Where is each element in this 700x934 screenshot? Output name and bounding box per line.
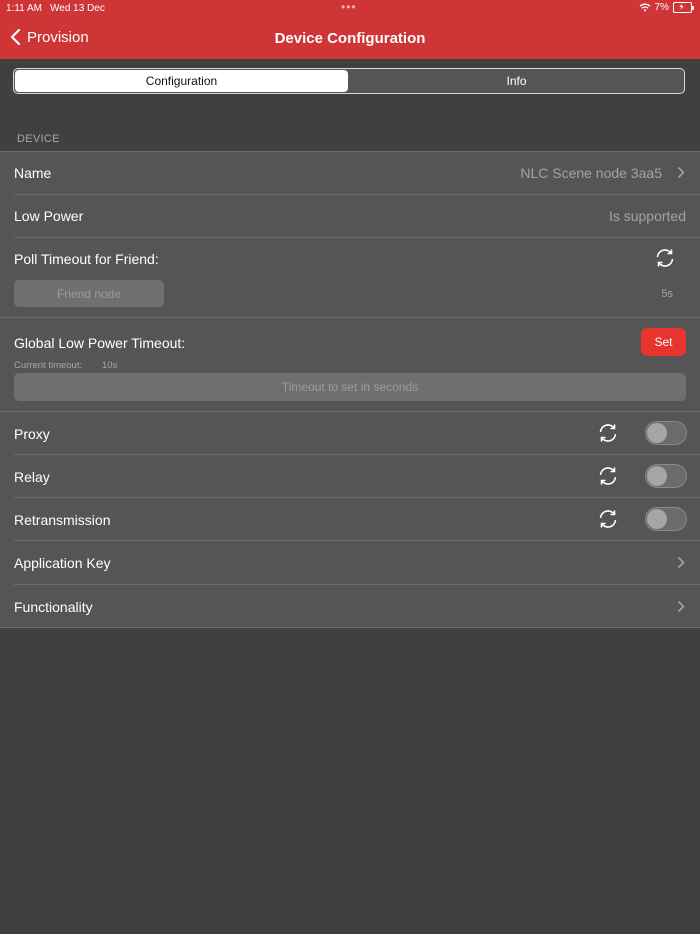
current-timeout-label: Current timeout: (14, 360, 83, 371)
functionality-row[interactable]: Functionality (0, 585, 700, 628)
status-indicators: 7% (639, 2, 694, 13)
tab-info[interactable]: Info (349, 70, 684, 92)
friend-node-button[interactable]: Friend node (14, 280, 164, 307)
battery-percent: 7% (654, 2, 669, 13)
proxy-toggle[interactable] (645, 421, 687, 445)
refresh-icon[interactable] (654, 247, 676, 269)
relay-label: Relay (14, 469, 50, 485)
refresh-icon[interactable] (597, 508, 619, 530)
proxy-label: Proxy (14, 426, 50, 442)
status-date: Wed 13 Dec (50, 3, 105, 14)
name-row[interactable]: Name NLC Scene node 3aa5 (0, 151, 700, 194)
tab-configuration[interactable]: Configuration (15, 70, 348, 92)
status-bar: 1:11 AM Wed 13 Dec ••• 7% (0, 0, 700, 18)
relay-toggle[interactable] (645, 464, 687, 488)
chevron-right-icon (677, 600, 685, 613)
retransmission-toggle[interactable] (645, 507, 687, 531)
application-key-row[interactable]: Application Key (0, 541, 700, 584)
current-timeout-value: 10s (102, 360, 118, 371)
segmented-control: Configuration Info (13, 68, 685, 94)
set-timeout-button[interactable]: Set (641, 328, 686, 356)
multitasking-dots-icon[interactable]: ••• (341, 0, 357, 14)
name-value: NLC Scene node 3aa5 (520, 165, 662, 181)
low-power-value: Is supported (608, 208, 686, 224)
application-key-label: Application Key (14, 555, 111, 571)
chevron-right-icon (677, 556, 685, 569)
navigation-header: 1:11 AM Wed 13 Dec ••• 7% Provision Devi… (0, 0, 700, 59)
timeout-input[interactable]: Timeout to set in seconds (14, 373, 686, 401)
page-title: Device Configuration (274, 30, 426, 47)
chevron-right-icon (677, 166, 685, 179)
retransmission-label: Retransmission (14, 512, 111, 528)
refresh-icon[interactable] (597, 465, 619, 487)
poll-timeout-value: 5s (661, 288, 673, 300)
device-settings-table: Name NLC Scene node 3aa5 Low Power Is su… (0, 151, 700, 628)
battery-icon (673, 2, 694, 13)
section-header-device: DEVICE (17, 133, 60, 145)
refresh-icon[interactable] (597, 422, 619, 444)
functionality-label: Functionality (14, 599, 93, 615)
status-time: 1:11 AM (6, 3, 42, 14)
wifi-icon (639, 3, 651, 12)
global-timeout-label: Global Low Power Timeout: (14, 335, 186, 351)
poll-timeout-label: Poll Timeout for Friend: (14, 251, 159, 267)
name-label: Name (14, 165, 52, 181)
low-power-label: Low Power (14, 208, 84, 224)
